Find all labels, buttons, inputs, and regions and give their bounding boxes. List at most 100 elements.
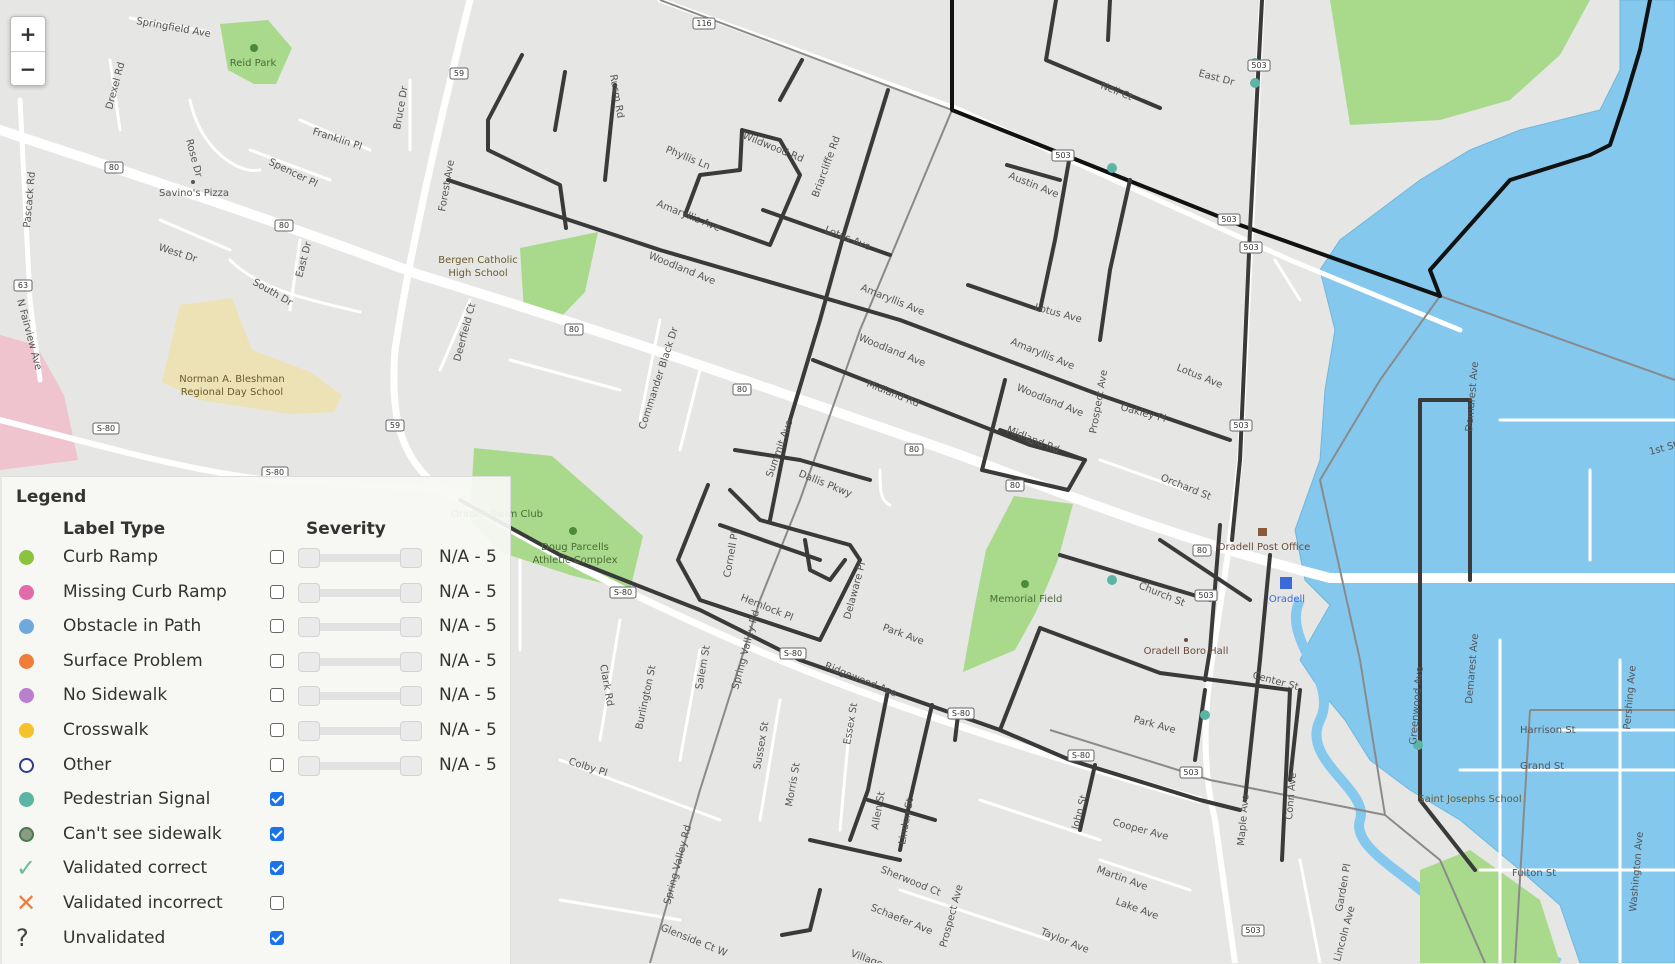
svg-text:80: 80 [279, 221, 289, 230]
svg-text:503: 503 [1183, 768, 1198, 777]
legend-dot-icon [19, 584, 34, 600]
legend-checkbox[interactable] [270, 792, 284, 807]
legend-row: Surface Problem N/A - 5 [2, 644, 510, 678]
svg-text:High School: High School [448, 268, 507, 279]
slider-max-handle[interactable] [400, 755, 422, 776]
legend-checkbox[interactable] [270, 930, 284, 945]
slider-max-handle[interactable] [400, 721, 422, 741]
legend-label: Obstacle in Path [63, 616, 202, 637]
svg-text:Oradell Post Office: Oradell Post Office [1218, 542, 1311, 553]
severity-slider[interactable] [298, 755, 422, 776]
legend-marker-icon: ✕ [16, 889, 37, 917]
svg-text:503: 503 [1251, 61, 1266, 70]
legend-checkbox[interactable] [270, 896, 284, 910]
svg-text:Bergen Catholic: Bergen Catholic [438, 255, 518, 266]
legend-dot-icon [19, 757, 34, 773]
svg-text:Regional Day School: Regional Day School [181, 387, 283, 398]
slider-min-handle[interactable] [298, 548, 320, 568]
svg-text:S-80: S-80 [614, 588, 632, 597]
slider-min-handle[interactable] [298, 617, 320, 638]
svg-text:80: 80 [909, 445, 919, 454]
severity-slider[interactable] [298, 651, 422, 672]
legend-label: Validated correct [63, 858, 208, 879]
svg-text:Savino's Pizza: Savino's Pizza [159, 188, 229, 199]
legend-label: Curb Ramp [63, 547, 159, 567]
zoom-out-button[interactable]: − [11, 51, 45, 85]
svg-text:59: 59 [390, 421, 400, 430]
svg-text:S-80: S-80 [784, 649, 802, 658]
severity-range-label: N/A - 5 [439, 754, 497, 775]
legend-row: Other N/A - 5 [2, 748, 510, 782]
severity-range-label: N/A - 5 [439, 650, 497, 671]
svg-text:80: 80 [1010, 481, 1020, 490]
slider-max-handle[interactable] [400, 686, 422, 707]
legend-checkbox[interactable] [270, 723, 284, 737]
legend-checkbox[interactable] [270, 688, 284, 703]
slider-max-handle[interactable] [400, 582, 422, 603]
slider-max-handle[interactable] [400, 651, 422, 672]
legend-row: ✕ Validated incorrect [2, 886, 510, 920]
svg-text:116: 116 [696, 19, 711, 28]
svg-text:80: 80 [109, 163, 119, 172]
svg-text:S-80: S-80 [952, 709, 970, 718]
legend-dot-icon [19, 619, 34, 635]
legend-checkbox[interactable] [270, 550, 284, 564]
legend-dot-icon [19, 723, 34, 738]
legend-row: Can't see sidewalk [2, 817, 510, 851]
svg-text:503: 503 [1245, 926, 1260, 935]
severity-range-label: N/A - 5 [439, 581, 497, 602]
legend-checkbox[interactable] [270, 757, 284, 772]
svg-text:Harrison St: Harrison St [1520, 725, 1576, 736]
legend-label: Unvalidated [63, 927, 166, 948]
legend-label: Pedestrian Signal [63, 789, 211, 810]
legend-dot-icon [19, 653, 34, 669]
legend-marker-icon: ✓ [16, 854, 37, 883]
legend-row: ? Unvalidated [2, 921, 510, 955]
slider-min-handle[interactable] [298, 755, 320, 776]
svg-text:503: 503 [1243, 243, 1258, 252]
legend-label: Surface Problem [63, 650, 203, 671]
severity-slider[interactable] [298, 617, 422, 638]
svg-text:503: 503 [1233, 421, 1248, 430]
legend-row: Pedestrian Signal [2, 782, 510, 816]
legend-row: Missing Curb Ramp N/A - 5 [2, 575, 510, 609]
legend-label: Can't see sidewalk [63, 823, 222, 844]
legend-label: Validated incorrect [63, 893, 223, 913]
severity-range-label: N/A - 5 [439, 616, 497, 637]
legend-label: Other [63, 754, 112, 775]
slider-min-handle[interactable] [298, 686, 320, 707]
legend-checkbox[interactable] [270, 619, 284, 634]
slider-max-handle[interactable] [400, 548, 422, 568]
legend-dot-icon [19, 792, 34, 808]
label-type-header: Label Type [63, 519, 166, 539]
svg-text:Grand St: Grand St [1520, 761, 1564, 772]
severity-slider[interactable] [298, 582, 422, 603]
severity-slider[interactable] [298, 548, 422, 568]
legend-row: Curb Ramp N/A - 5 [2, 540, 510, 574]
svg-text:503: 503 [1198, 591, 1213, 600]
legend-title: Legend [16, 487, 87, 507]
legend-label: No Sidewalk [63, 685, 168, 706]
svg-text:S-80: S-80 [97, 424, 115, 433]
severity-range-label: N/A - 5 [439, 720, 497, 740]
legend-dot-icon [19, 688, 34, 704]
legend-checkbox[interactable] [270, 584, 284, 599]
legend-label: Crosswalk [63, 720, 149, 740]
slider-min-handle[interactable] [298, 721, 320, 741]
slider-min-handle[interactable] [298, 582, 320, 603]
legend-label: Missing Curb Ramp [63, 581, 227, 602]
severity-slider[interactable] [298, 686, 422, 707]
svg-text:Doug Parcells: Doug Parcells [541, 542, 609, 553]
legend-checkbox[interactable] [270, 653, 284, 668]
slider-min-handle[interactable] [298, 651, 320, 672]
severity-slider[interactable] [298, 721, 422, 741]
legend-checkbox[interactable] [270, 861, 284, 876]
zoom-in-button[interactable]: + [11, 17, 45, 51]
svg-text:503: 503 [1221, 215, 1236, 224]
svg-text:Fulton St: Fulton St [1512, 868, 1556, 879]
severity-range-label: N/A - 5 [439, 547, 497, 567]
legend-row: ✓ Validated correct [2, 851, 510, 885]
svg-text:Memorial Field: Memorial Field [990, 594, 1063, 605]
slider-max-handle[interactable] [400, 617, 422, 638]
legend-checkbox[interactable] [270, 826, 284, 841]
